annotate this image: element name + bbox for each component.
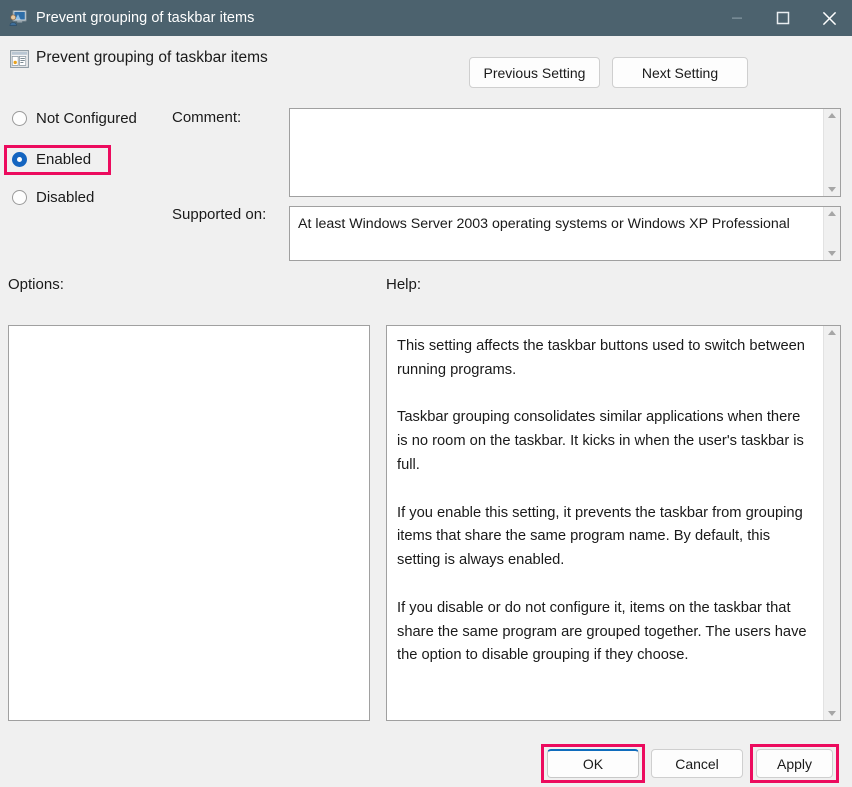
title-bar: Prevent grouping of taskbar items bbox=[0, 0, 852, 36]
scroll-down-arrow-icon[interactable] bbox=[828, 251, 836, 256]
help-label: Help: bbox=[386, 276, 422, 293]
supported-on-field: At least Windows Server 2003 operating s… bbox=[289, 206, 841, 261]
comment-text[interactable] bbox=[290, 109, 823, 196]
setting-title: Prevent grouping of taskbar items bbox=[36, 49, 268, 66]
ok-button[interactable]: OK bbox=[547, 749, 639, 778]
previous-setting-button[interactable]: Previous Setting bbox=[469, 57, 600, 88]
help-panel: This setting affects the taskbar buttons… bbox=[386, 325, 841, 721]
apply-button[interactable]: Apply bbox=[756, 749, 833, 778]
next-setting-button[interactable]: Next Setting bbox=[612, 57, 748, 88]
radio-label-disabled: Disabled bbox=[36, 188, 95, 206]
monitor-user-icon bbox=[9, 10, 27, 26]
radio-label-enabled: Enabled bbox=[36, 150, 92, 168]
maximize-icon[interactable] bbox=[760, 0, 806, 36]
cancel-button[interactable]: Cancel bbox=[651, 749, 743, 778]
radio-enabled[interactable]: Enabled bbox=[12, 148, 91, 170]
help-scrollbar[interactable] bbox=[823, 326, 840, 720]
scroll-down-arrow-icon[interactable] bbox=[828, 187, 836, 192]
supported-on-scrollbar[interactable] bbox=[823, 207, 840, 260]
scroll-up-arrow-icon[interactable] bbox=[828, 330, 836, 335]
scroll-up-arrow-icon[interactable] bbox=[828, 211, 836, 216]
radio-indicator bbox=[12, 189, 27, 205]
help-text: This setting affects the taskbar buttons… bbox=[397, 338, 807, 664]
options-content bbox=[9, 326, 369, 720]
comment-scrollbar[interactable] bbox=[823, 109, 840, 196]
scroll-up-arrow-icon[interactable] bbox=[828, 113, 836, 118]
group-policy-setting-dialog: Prevent grouping of taskbar items Preven… bbox=[0, 0, 852, 787]
close-icon[interactable] bbox=[806, 0, 852, 36]
radio-indicator-selected bbox=[12, 151, 27, 167]
minimize-icon[interactable] bbox=[714, 0, 760, 36]
supported-on-label: Supported on: bbox=[172, 206, 267, 223]
radio-indicator bbox=[12, 110, 27, 126]
radio-label-not-configured: Not Configured bbox=[36, 109, 137, 127]
scroll-down-arrow-icon[interactable] bbox=[828, 711, 836, 716]
policy-setting-icon bbox=[10, 50, 29, 68]
window-controls bbox=[714, 0, 852, 36]
radio-disabled[interactable]: Disabled bbox=[12, 186, 94, 208]
supported-on-text: At least Windows Server 2003 operating s… bbox=[298, 216, 790, 232]
comment-field[interactable] bbox=[289, 108, 841, 197]
options-panel bbox=[8, 325, 370, 721]
comment-label: Comment: bbox=[172, 109, 242, 126]
radio-not-configured[interactable]: Not Configured bbox=[12, 107, 137, 129]
options-label: Options: bbox=[8, 276, 64, 293]
window-title: Prevent grouping of taskbar items bbox=[36, 10, 255, 26]
